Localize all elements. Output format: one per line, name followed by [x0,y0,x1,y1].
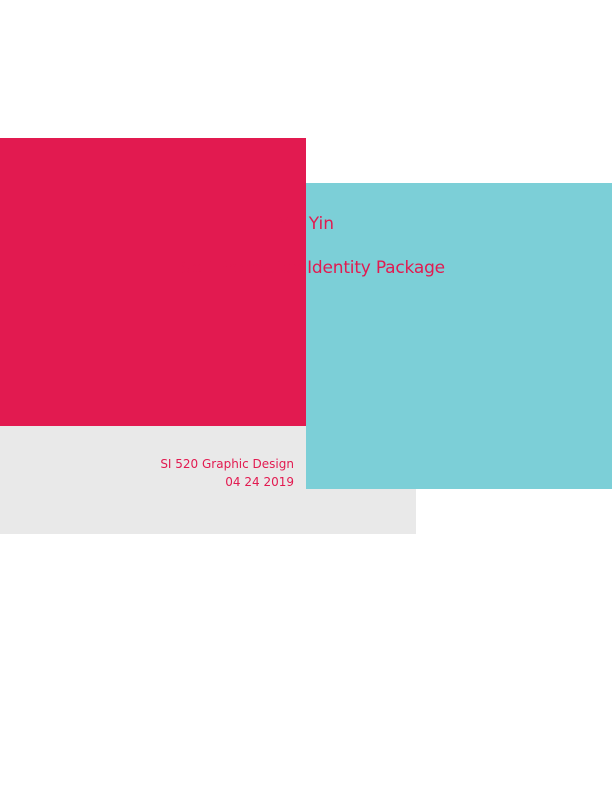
red-color-block [0,138,306,426]
course-label: SI 520 Graphic Design [160,457,294,471]
date-label: 04 24 2019 [225,475,294,489]
cover-page: Yin Yin Self-Promotion Identity Package … [0,0,612,792]
author-name: Yin Yin [278,214,334,234]
project-title: Self-Promotion Identity Package [181,258,445,278]
